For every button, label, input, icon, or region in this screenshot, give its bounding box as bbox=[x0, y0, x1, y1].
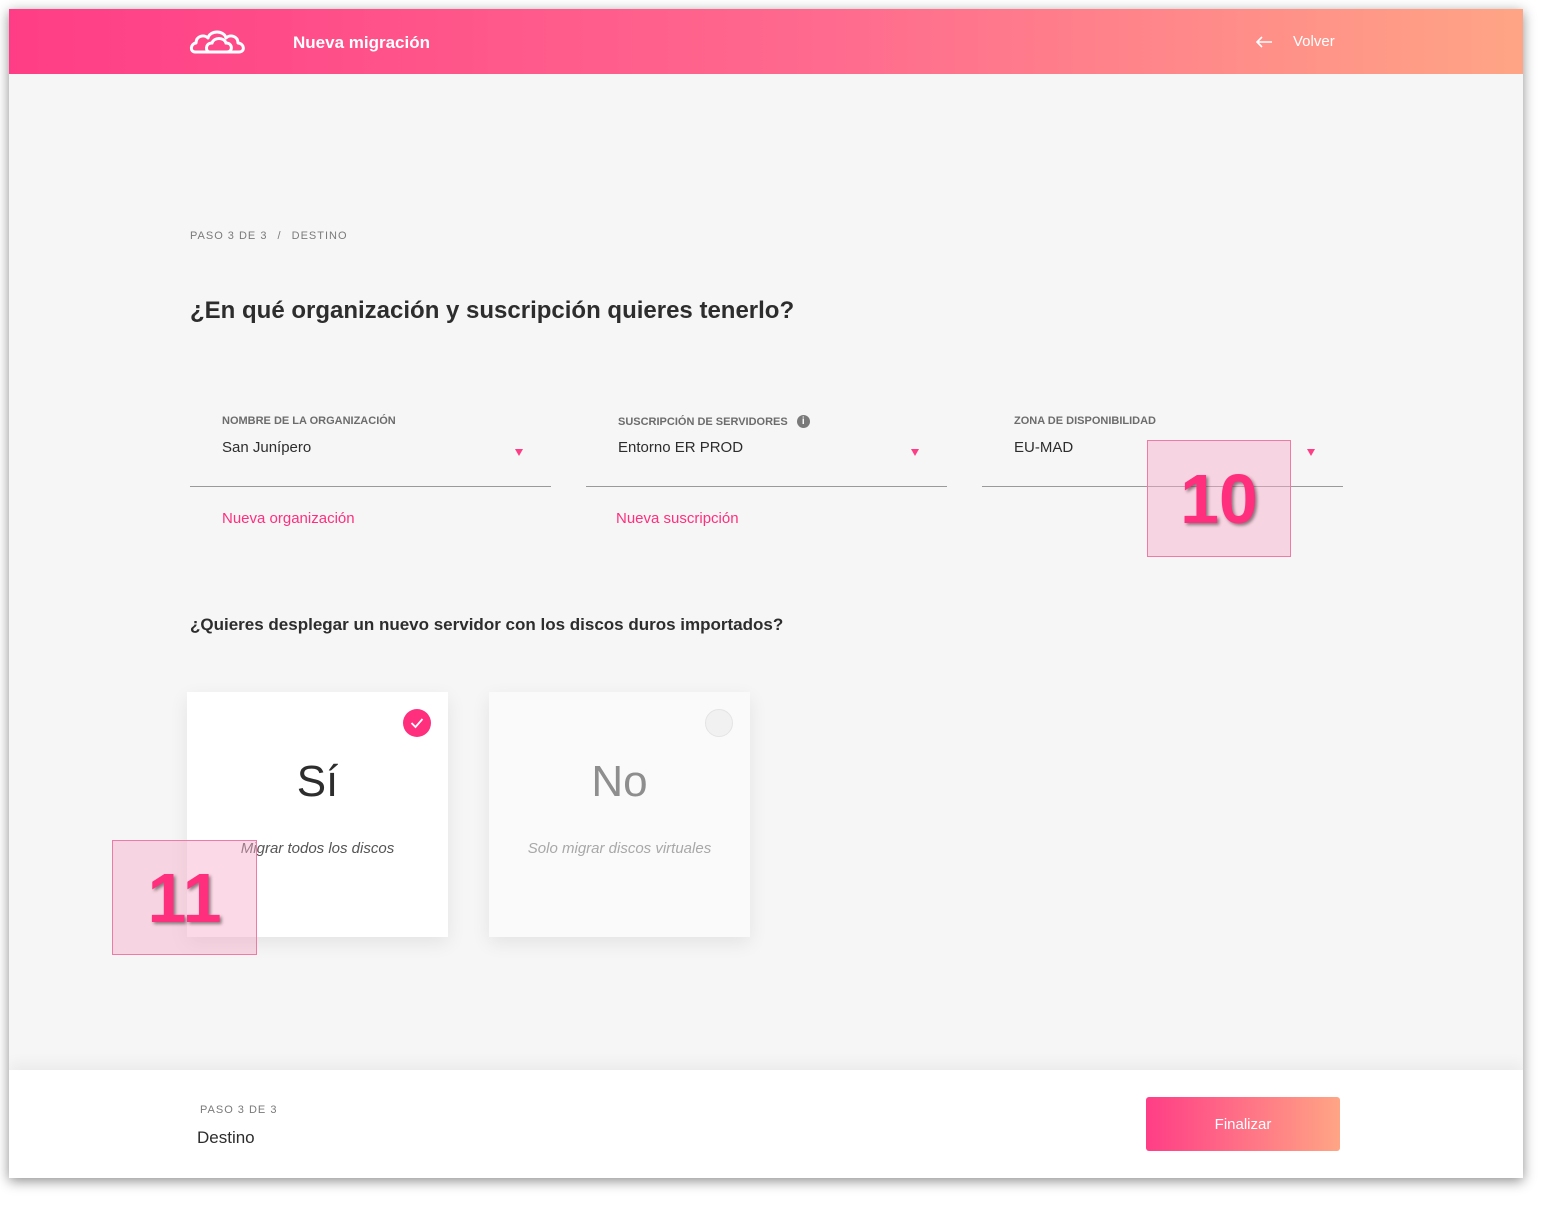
subscription-value: Entorno ER PROD bbox=[618, 439, 744, 456]
option-card-no[interactable]: No Solo migrar discos virtuales bbox=[489, 692, 750, 937]
breadcrumb-step: PASO 3 DE 3 bbox=[190, 230, 268, 242]
arrow-left-icon bbox=[1255, 35, 1272, 48]
annotation-marker-10: 10 bbox=[1147, 440, 1291, 557]
footer-step-name: Destino bbox=[197, 1128, 255, 1147]
organization-select[interactable]: NOMBRE DE LA ORGANIZACIÓN San Junípero bbox=[190, 413, 551, 487]
caret-down-icon bbox=[911, 449, 919, 456]
app-window: Nueva migración Volver PASO 3 DE 3 / DES… bbox=[9, 9, 1523, 1178]
option-no-title: No bbox=[591, 757, 648, 806]
footer-bar: PASO 3 DE 3 Destino Finalizar bbox=[9, 1070, 1523, 1178]
subscription-label-row: SUSCRIPCIÓN DE SERVIDORES i bbox=[618, 415, 810, 428]
check-icon bbox=[403, 709, 431, 737]
radio-empty-icon bbox=[705, 709, 733, 737]
back-button[interactable]: Volver bbox=[1255, 33, 1335, 50]
top-bar: Nueva migración Volver bbox=[9, 9, 1523, 74]
finish-button[interactable]: Finalizar bbox=[1146, 1097, 1340, 1151]
cloud-logo-icon[interactable] bbox=[189, 27, 247, 57]
annotation-marker-11: 11 bbox=[112, 840, 257, 955]
caret-down-icon bbox=[1307, 449, 1315, 456]
info-icon[interactable]: i bbox=[796, 415, 810, 428]
new-organization-link[interactable]: Nueva organización bbox=[222, 510, 355, 527]
option-no-subtitle: Solo migrar discos virtuales bbox=[527, 840, 712, 857]
zone-label: ZONA DE DISPONIBILIDAD bbox=[1014, 415, 1156, 427]
breadcrumb-section: DESTINO bbox=[291, 230, 348, 242]
deploy-question: ¿Quieres desplegar un nuevo servidor con… bbox=[190, 615, 784, 634]
back-label: Volver bbox=[1293, 33, 1335, 50]
organization-value: San Junípero bbox=[222, 439, 312, 456]
option-yes-title: Sí bbox=[296, 757, 339, 806]
caret-down-icon bbox=[515, 449, 523, 456]
main-question: ¿En qué organización y suscripción quier… bbox=[190, 297, 795, 324]
subscription-select[interactable]: SUSCRIPCIÓN DE SERVIDORES i Entorno ER P… bbox=[586, 413, 947, 487]
footer-step: PASO 3 DE 3 bbox=[200, 1104, 278, 1116]
subscription-label: SUSCRIPCIÓN DE SERVIDORES bbox=[618, 415, 788, 428]
breadcrumb-separator: / bbox=[277, 230, 282, 242]
new-subscription-link[interactable]: Nueva suscripción bbox=[616, 510, 739, 527]
breadcrumb: PASO 3 DE 3 / DESTINO bbox=[190, 230, 354, 242]
page-title: Nueva migración bbox=[293, 33, 430, 52]
zone-value: EU-MAD bbox=[1014, 439, 1074, 456]
organization-label: NOMBRE DE LA ORGANIZACIÓN bbox=[222, 415, 396, 427]
